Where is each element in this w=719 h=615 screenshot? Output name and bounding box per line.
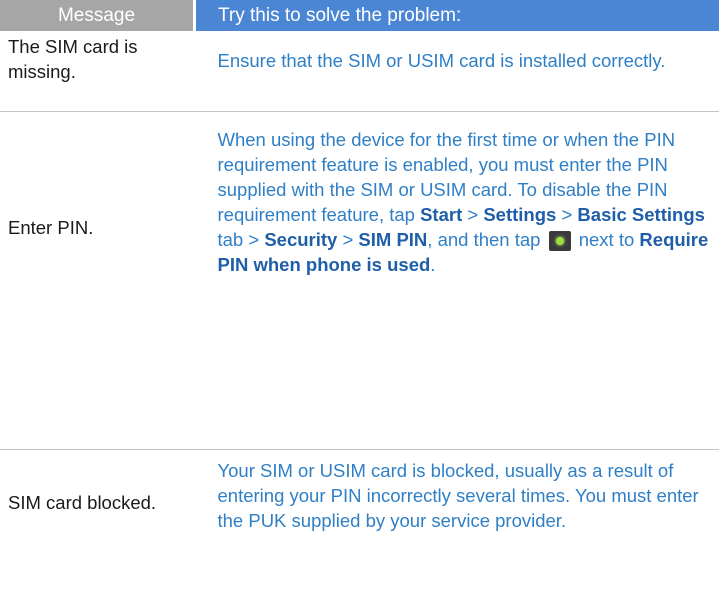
header-solution: Try this to solve the problem:	[195, 0, 719, 31]
message-cell: Enter PIN.	[0, 112, 195, 450]
table-row: SIM card blocked. Your SIM or USIM card …	[0, 450, 719, 615]
solution-cell: Ensure that the SIM or USIM card is inst…	[195, 31, 719, 112]
separator: >	[462, 204, 483, 225]
separator: >	[337, 229, 358, 250]
message-cell: SIM card blocked.	[0, 450, 195, 615]
message-cell: The SIM card is missing.	[0, 31, 195, 112]
menu-start: Start	[420, 204, 462, 225]
menu-settings: Settings	[483, 204, 556, 225]
troubleshooting-table-container: Message Try this to solve the problem: T…	[0, 0, 719, 457]
header-message: Message	[0, 0, 195, 31]
solution-text: .	[430, 254, 435, 275]
separator: tab >	[218, 229, 265, 250]
table-header-row: Message Try this to solve the problem:	[0, 0, 719, 31]
green-dot-icon	[556, 237, 564, 245]
solution-cell: Your SIM or USIM card is blocked, usuall…	[195, 450, 719, 615]
separator: >	[556, 204, 577, 225]
menu-security: Security	[264, 229, 337, 250]
solution-cell: When using the device for the first time…	[195, 112, 719, 450]
troubleshooting-table: Message Try this to solve the problem: T…	[0, 0, 719, 615]
menu-basic-settings: Basic Settings	[577, 204, 705, 225]
table-row: The SIM card is missing. Ensure that the…	[0, 31, 719, 112]
checkbox-toggle-icon	[549, 231, 571, 251]
menu-sim-pin: SIM PIN	[358, 229, 427, 250]
solution-text: next to	[574, 229, 640, 250]
table-row: Enter PIN. When using the device for the…	[0, 112, 719, 450]
solution-text: , and then tap	[427, 229, 545, 250]
